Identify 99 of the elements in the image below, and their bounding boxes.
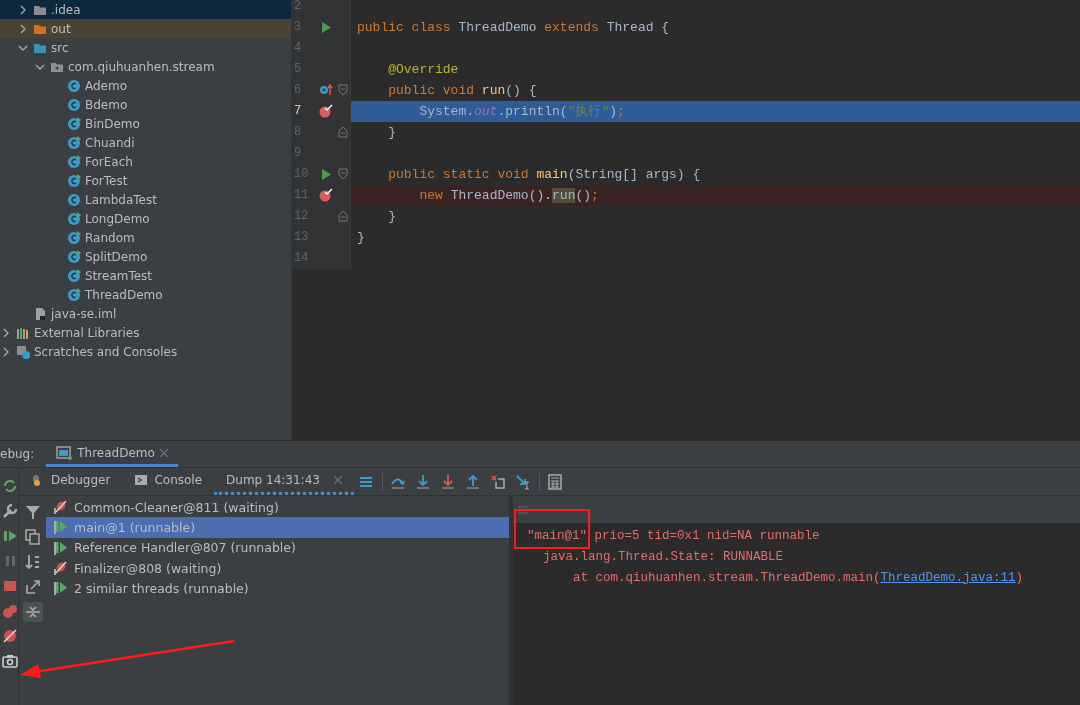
code-line: public void run() { bbox=[387, 82, 537, 98]
breakpoint-icon[interactable] bbox=[319, 188, 333, 202]
class-icon bbox=[67, 249, 81, 264]
running-thread-icon bbox=[52, 539, 68, 556]
thread-item[interactable]: Finalizer@808 (waiting) bbox=[46, 557, 509, 579]
tree-item[interactable]: Random bbox=[0, 228, 291, 247]
class-icon bbox=[67, 287, 81, 302]
source-link[interactable]: ThreadDemo.java:11 bbox=[880, 570, 1016, 585]
tree-item[interactable]: out bbox=[0, 19, 291, 38]
stop-icon bbox=[2, 578, 18, 594]
wrench-icon bbox=[2, 503, 18, 519]
scratches-icon bbox=[16, 344, 30, 359]
panel-tab[interactable]: Debugger bbox=[19, 468, 123, 495]
tree-item[interactable]: StreamTest bbox=[0, 266, 291, 285]
calculator-icon bbox=[547, 473, 564, 490]
tree-item[interactable]: Ademo bbox=[0, 76, 291, 95]
tree-item[interactable]: SplitDemo bbox=[0, 247, 291, 266]
class-icon bbox=[67, 97, 81, 112]
tree-item[interactable]: ForEach bbox=[0, 152, 291, 171]
dump-line: at com.qiuhuanhen.stream.ThreadDemo.main(ThreadDemo.java:11) bbox=[572, 569, 1025, 587]
force-step-into-icon bbox=[440, 473, 457, 490]
tree-item[interactable]: ForTest bbox=[0, 171, 291, 190]
fold-icon[interactable] bbox=[338, 210, 348, 222]
code-line: new ThreadDemo().run(); bbox=[418, 187, 599, 203]
camera-icon bbox=[2, 653, 18, 669]
thread-item[interactable]: Common-Cleaner@811 (waiting) bbox=[46, 497, 509, 518]
tree-item[interactable]: LambdaTest bbox=[0, 190, 291, 209]
code-line: } bbox=[387, 124, 396, 140]
tool-button[interactable] bbox=[22, 602, 43, 622]
breakpoint-icon[interactable] bbox=[319, 104, 333, 118]
tree-item[interactable]: Scratches and Consoles bbox=[0, 342, 291, 361]
panel-title: ebug: bbox=[0, 447, 35, 461]
class-icon bbox=[67, 78, 81, 93]
code-line: } bbox=[357, 229, 365, 245]
fold-icon[interactable] bbox=[338, 84, 348, 96]
tree-item[interactable]: .idea bbox=[0, 0, 291, 19]
step-into-icon bbox=[415, 473, 432, 490]
sort-icon bbox=[24, 554, 41, 570]
breakpoints-icon bbox=[2, 603, 18, 619]
tool-button[interactable] bbox=[22, 527, 43, 547]
drop-frame-icon bbox=[490, 473, 507, 490]
fold-icon[interactable] bbox=[338, 168, 348, 180]
close-icon[interactable] bbox=[159, 448, 168, 457]
file-icon bbox=[33, 306, 47, 321]
running-thread-icon bbox=[52, 580, 68, 597]
tool-button[interactable] bbox=[2, 528, 18, 544]
run-icon[interactable] bbox=[321, 21, 331, 33]
panel-tab[interactable]: Console bbox=[122, 468, 215, 495]
code-line: System.out.println("执行"); bbox=[418, 103, 625, 120]
class-icon bbox=[67, 211, 81, 226]
class-icon bbox=[67, 173, 81, 188]
tree-item[interactable]: BinDemo bbox=[0, 114, 291, 133]
tool-button[interactable] bbox=[2, 503, 18, 519]
code-line: public static void main(String[] args) { bbox=[387, 166, 701, 182]
code-line: public class ThreadDemo extends Thread { bbox=[357, 19, 670, 35]
mute-breakpoints-icon bbox=[2, 628, 18, 644]
tree-item[interactable]: Chuandi bbox=[0, 133, 291, 152]
tool-button[interactable] bbox=[2, 478, 18, 494]
console-icon bbox=[134, 473, 149, 487]
resume-icon bbox=[2, 528, 18, 544]
class-icon bbox=[67, 135, 81, 150]
tool-button[interactable] bbox=[2, 653, 18, 669]
code-line: } bbox=[387, 208, 396, 224]
thread-item[interactable]: 2 similar threads (runnable) bbox=[46, 578, 509, 599]
class-icon bbox=[67, 154, 81, 169]
class-icon bbox=[67, 230, 81, 245]
waiting-thread-icon bbox=[52, 560, 68, 577]
thread-item[interactable]: Reference Handler@807 (runnable) bbox=[46, 537, 509, 558]
line-number: 7 bbox=[293, 104, 303, 118]
tab-label: ThreadDemo bbox=[77, 445, 155, 460]
class-icon bbox=[67, 192, 81, 207]
run-to-cursor-icon bbox=[515, 473, 532, 490]
override-icon[interactable] bbox=[319, 84, 333, 96]
rerun-icon bbox=[2, 478, 18, 494]
tree-item[interactable]: src bbox=[0, 38, 291, 57]
copy-icon bbox=[24, 529, 41, 545]
close-icon[interactable] bbox=[333, 476, 342, 484]
class-icon bbox=[67, 268, 81, 283]
app-window-icon bbox=[56, 445, 73, 460]
tree-item[interactable]: Bdemo bbox=[0, 95, 291, 114]
tree-item[interactable]: java-se.iml bbox=[0, 304, 291, 323]
library-icon bbox=[16, 325, 30, 340]
lines-icon bbox=[518, 505, 528, 514]
running-thread-icon bbox=[52, 519, 68, 536]
waiting-thread-icon bbox=[52, 499, 68, 516]
run-icon[interactable] bbox=[321, 168, 331, 180]
step-out-icon bbox=[465, 473, 482, 490]
tree-item[interactable]: External Libraries bbox=[0, 323, 291, 342]
filter-icon bbox=[24, 504, 41, 520]
tree-item[interactable]: LongDemo bbox=[0, 209, 291, 228]
code-line: @Override bbox=[387, 61, 459, 77]
class-icon bbox=[67, 116, 81, 131]
tree-item[interactable]: ThreadDemo bbox=[0, 285, 291, 304]
dump-line: java.lang.Thread.State: RUNNABLE bbox=[542, 548, 785, 566]
tree-item[interactable]: com.qiuhuanhen.stream bbox=[0, 57, 291, 76]
dump-line: "main@1" prio=5 tid=0x1 nid=NA runnable bbox=[513, 525, 1080, 546]
collapse-icon bbox=[24, 604, 41, 620]
export-icon bbox=[24, 579, 41, 595]
fold-icon[interactable] bbox=[338, 126, 348, 138]
